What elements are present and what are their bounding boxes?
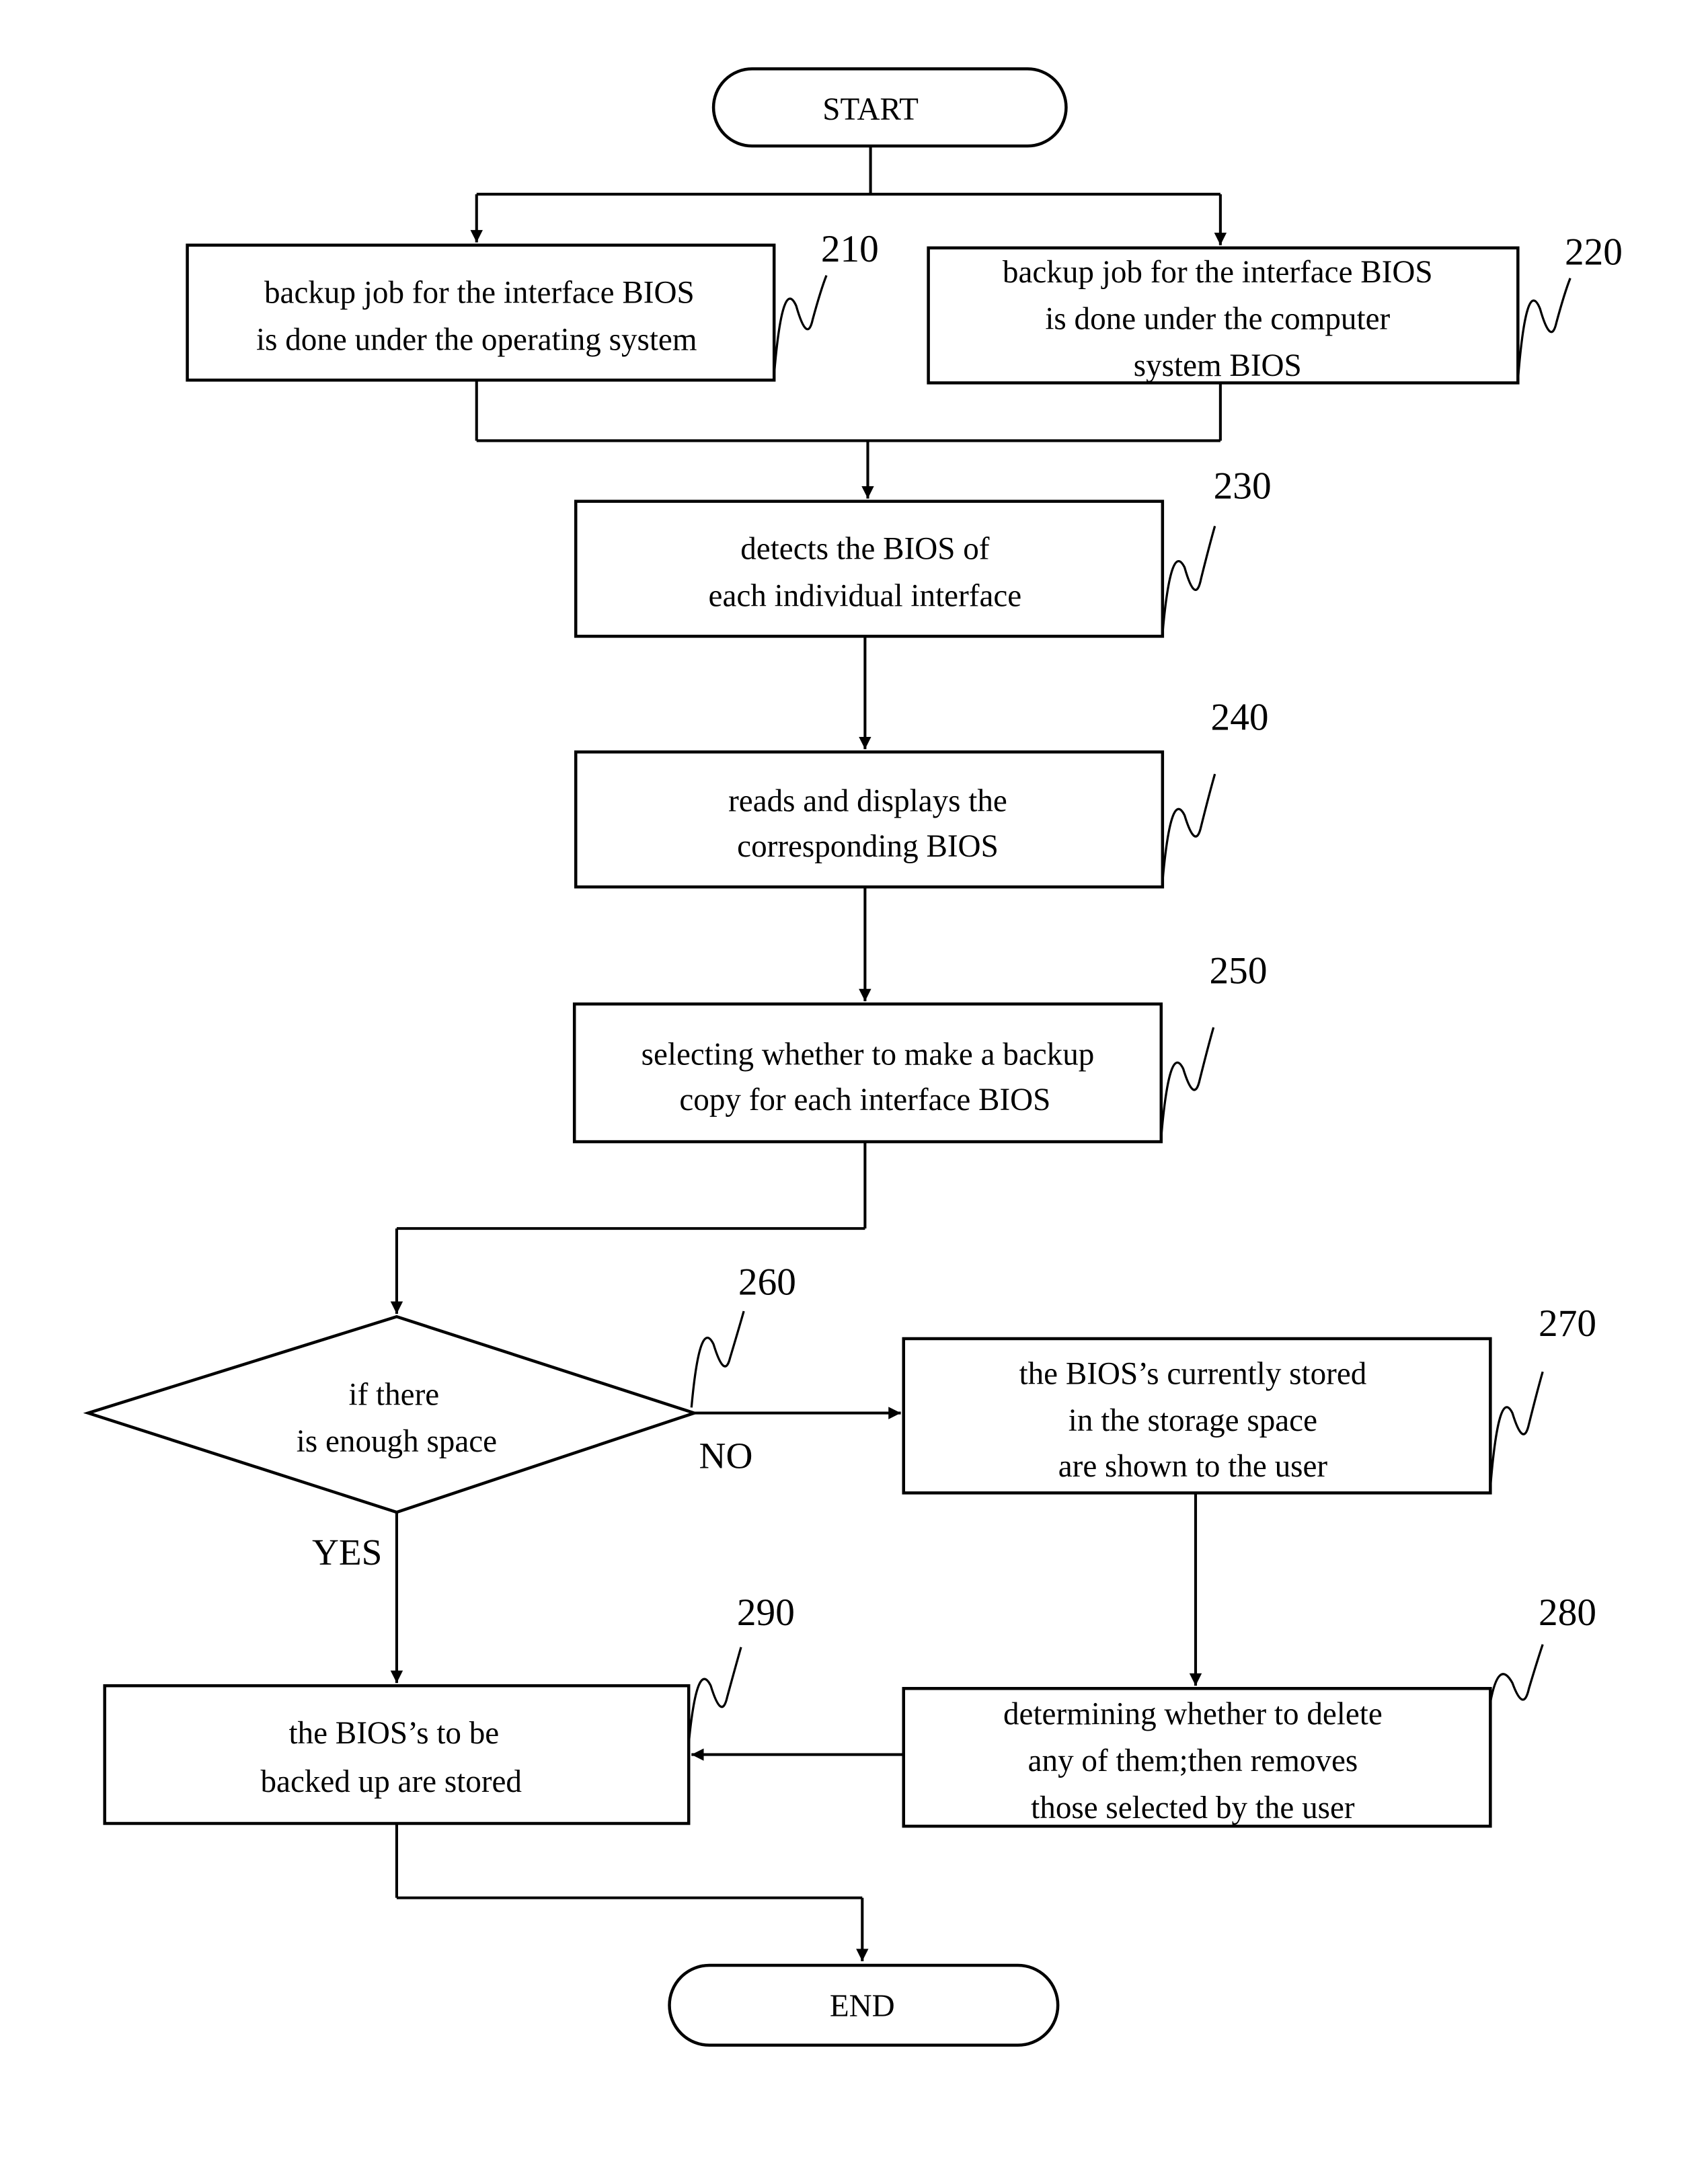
step-270-line-2: in the storage space bbox=[1069, 1403, 1317, 1438]
step-220-line-2: is done under the computer bbox=[1045, 302, 1390, 337]
step-240-line-1: reads and displays the bbox=[728, 783, 1007, 818]
start-label: START bbox=[822, 92, 919, 127]
step-210: backup job for the interface BIOS is don… bbox=[186, 228, 879, 382]
step-270: the BIOS’s currently stored in the stora… bbox=[902, 1302, 1596, 1495]
step-230: detects the BIOS of each individual inte… bbox=[574, 465, 1272, 638]
step-220-line-3: system BIOS bbox=[1134, 348, 1302, 383]
flowchart: START backup job for the interface BIOS … bbox=[83, 67, 1623, 2047]
step-220: backup job for the interface BIOS is don… bbox=[927, 231, 1623, 385]
step-210-line-2: is done under the operating system bbox=[256, 322, 697, 357]
step-270-line-1: the BIOS’s currently stored bbox=[1019, 1357, 1366, 1392]
step-230-line-1: detects the BIOS of bbox=[740, 532, 990, 567]
step-290-line-1: the BIOS’s to be bbox=[288, 1716, 499, 1751]
leader-squiggle-230 bbox=[1161, 526, 1216, 634]
step-220-line-1: backup job for the interface BIOS bbox=[1003, 255, 1433, 290]
start-terminator: START bbox=[711, 67, 1068, 148]
step-250-line-1: selecting whether to make a backup bbox=[642, 1037, 1095, 1072]
yes-label: YES bbox=[312, 1532, 382, 1573]
leader-squiggle-260 bbox=[690, 1310, 745, 1408]
ref-230: 230 bbox=[1214, 465, 1272, 508]
leader-squiggle-250 bbox=[1160, 1027, 1215, 1138]
step-250: selecting whether to make a backup copy … bbox=[572, 950, 1268, 1144]
leader-squiggle-220 bbox=[1516, 278, 1571, 381]
ref-270: 270 bbox=[1539, 1302, 1596, 1345]
leader-squiggle-290 bbox=[687, 1647, 742, 1744]
decision-260-line-1: if there bbox=[348, 1377, 439, 1412]
leader-squiggle-240 bbox=[1161, 773, 1216, 882]
no-label: NO bbox=[699, 1435, 753, 1477]
step-280-line-1: determining whether to delete bbox=[1003, 1697, 1383, 1732]
connector-merge bbox=[475, 380, 1222, 499]
end-label: END bbox=[830, 1989, 895, 2024]
step-250-line-2: copy for each interface BIOS bbox=[679, 1082, 1050, 1117]
step-230-line-2: each individual interface bbox=[709, 578, 1022, 613]
step-290: the BIOS’s to be backed up are stored 29… bbox=[103, 1591, 795, 1825]
step-290-line-2: backed up are stored bbox=[261, 1764, 522, 1799]
ref-210: 210 bbox=[821, 228, 879, 270]
connector-290-end bbox=[395, 1823, 869, 1961]
step-240-line-2: corresponding BIOS bbox=[737, 829, 999, 864]
ref-260: 260 bbox=[738, 1261, 796, 1303]
ref-240: 240 bbox=[1211, 697, 1269, 739]
step-270-line-3: are shown to the user bbox=[1058, 1449, 1328, 1484]
leader-squiggle-280 bbox=[1489, 1644, 1544, 1703]
ref-250: 250 bbox=[1209, 950, 1267, 992]
step-240: reads and displays the corresponding BIO… bbox=[574, 697, 1269, 889]
step-210-line-1: backup job for the interface BIOS bbox=[264, 276, 695, 311]
ref-220: 220 bbox=[1565, 231, 1623, 273]
ref-280: 280 bbox=[1539, 1591, 1596, 1634]
leader-squiggle-270 bbox=[1489, 1371, 1544, 1488]
leader-squiggle-210 bbox=[773, 275, 828, 375]
decision-260-line-2: is enough space bbox=[297, 1424, 497, 1459]
end-terminator: END bbox=[668, 1963, 1060, 2047]
decision-260: if there is enough space 260 NO YES bbox=[83, 1261, 796, 1573]
step-280-line-2: any of them;then removes bbox=[1028, 1743, 1358, 1778]
step-280-line-3: those selected by the user bbox=[1031, 1790, 1355, 1825]
ref-290: 290 bbox=[737, 1591, 795, 1634]
step-280: determining whether to delete any of the… bbox=[902, 1591, 1596, 1828]
